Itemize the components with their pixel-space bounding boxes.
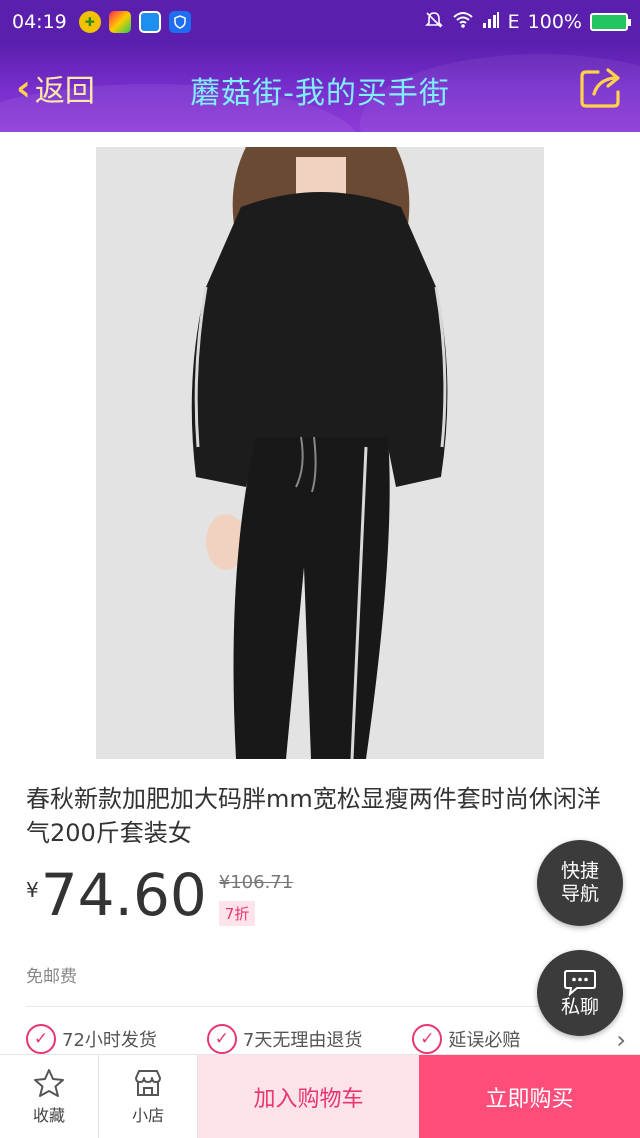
favorite-label: 收藏	[32, 1106, 65, 1125]
buy-now-button[interactable]: 立即购买	[419, 1055, 640, 1138]
favorite-button[interactable]: 收藏	[0, 1055, 99, 1138]
shop-icon	[135, 1070, 161, 1096]
product-photo-illustration	[96, 147, 544, 759]
product-image[interactable]	[96, 147, 544, 759]
service-guarantees[interactable]: ✓ 72小时发货 ✓ 7天无理由退货 ✓ 延误必赔 ›	[26, 1024, 626, 1054]
status-time: 04:19	[12, 11, 67, 33]
original-price: ¥106.71	[218, 872, 294, 893]
page-header: ‹ 返回 蘑菇街-我的买手街	[0, 44, 640, 132]
guarantee-label: 延误必赔	[448, 1030, 521, 1051]
app-notification-icon: ✚	[78, 11, 101, 33]
bottom-action-bar: 收藏 小店 加入购物车 立即购买	[0, 1054, 640, 1138]
status-bar: 04:19 ✚ E 100%	[0, 0, 640, 44]
guarantee-item: ✓ 72小时发货	[26, 1024, 157, 1054]
section-divider	[26, 1006, 614, 1007]
status-right-group: E 100%	[424, 10, 631, 35]
share-button[interactable]	[578, 64, 624, 110]
chat-label: 私聊	[560, 995, 599, 1018]
guarantee-item: ✓ 7天无理由退货	[206, 1024, 363, 1054]
quick-nav-label: 快捷导航	[560, 860, 599, 905]
check-circle-icon: ✓	[206, 1024, 237, 1054]
signal-icon	[482, 11, 500, 34]
screenshot-app-icon	[138, 11, 161, 33]
guarantee-item: ✓ 延误必赔	[412, 1024, 520, 1054]
shield-app-icon	[168, 11, 191, 33]
page-title: 蘑菇街-我的买手街	[190, 76, 450, 111]
check-circle-icon: ✓	[26, 1024, 56, 1054]
quick-nav-button[interactable]: 快捷导航	[537, 840, 623, 926]
notification-off-icon	[424, 10, 444, 35]
share-icon	[580, 68, 620, 108]
buy-now-label: 立即购买	[485, 1087, 574, 1112]
star-icon	[34, 1069, 64, 1097]
price-meta: ¥106.71 7折	[218, 872, 294, 926]
chevron-right-icon[interactable]: ›	[616, 1026, 626, 1054]
shipping-info: 免邮费	[26, 967, 77, 987]
check-circle-icon: ✓	[412, 1024, 443, 1054]
chat-button[interactable]: 私聊	[537, 950, 623, 1036]
current-price: 74.60	[40, 861, 207, 929]
battery-charging-icon	[590, 13, 631, 31]
game-app-icon	[108, 11, 131, 33]
network-type: E	[507, 11, 520, 33]
currency-symbol: ¥	[26, 878, 39, 902]
shop-label: 小店	[131, 1106, 164, 1125]
add-to-cart-button[interactable]: 加入购物车	[198, 1055, 419, 1138]
discount-badge: 7折	[218, 901, 256, 926]
wifi-icon	[452, 10, 474, 35]
add-to-cart-label: 加入购物车	[253, 1087, 364, 1112]
guarantee-label: 72小时发货	[62, 1030, 157, 1051]
price-section: ¥ 74.60 ¥106.71 7折	[26, 862, 293, 928]
battery-percent: 100%	[527, 11, 582, 33]
guarantee-label: 7天无理由退货	[242, 1030, 363, 1051]
shop-button[interactable]: 小店	[99, 1055, 198, 1138]
chat-bubble-icon	[564, 969, 596, 996]
product-title: 春秋新款加肥加大码胖mm宽松显瘦两件套时尚休闲洋气200斤套装女	[26, 785, 601, 847]
